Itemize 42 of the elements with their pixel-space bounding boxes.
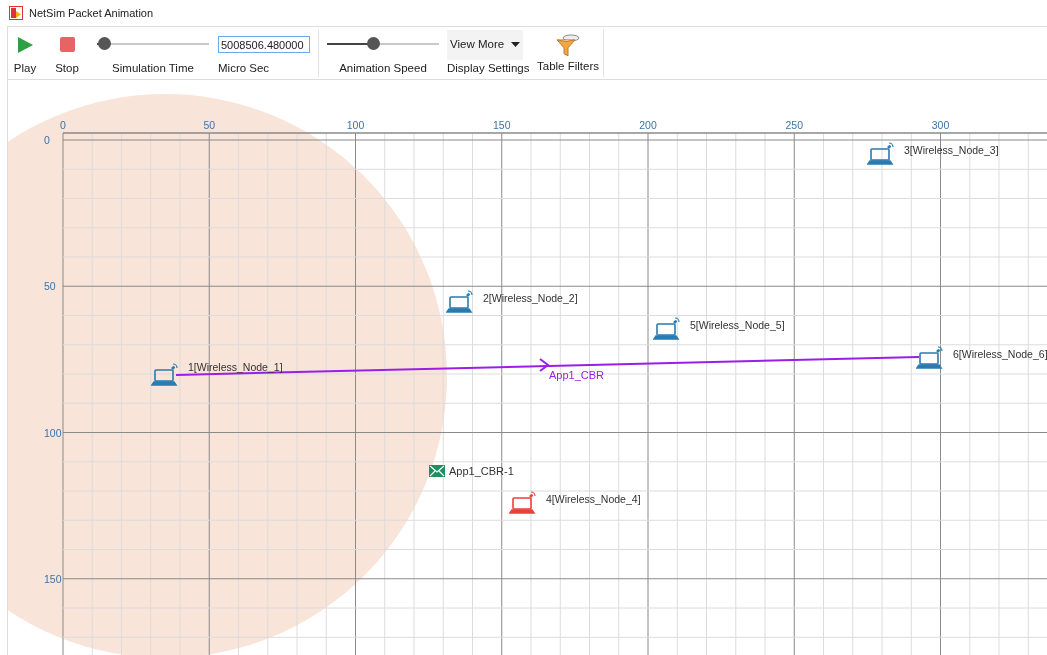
stop-icon — [59, 37, 75, 52]
axis-label: 0 — [44, 133, 50, 149]
axis-label: 50 — [44, 279, 56, 295]
node-label: 1[Wireless_Node_1] — [188, 360, 283, 375]
axis-label: 50 — [203, 118, 216, 133]
node-label: 5[Wireless_Node_5] — [690, 318, 785, 333]
play-button[interactable]: Play — [8, 27, 42, 79]
axis-label: 100 — [44, 425, 62, 441]
laptop-icon[interactable] — [653, 317, 681, 341]
envelope-icon — [429, 465, 445, 477]
slider-thumb[interactable] — [366, 37, 380, 50]
slider-label: Animation Speed — [339, 60, 427, 76]
axis-label: 150 — [493, 118, 511, 133]
axis-label: 0 — [60, 118, 66, 133]
play-icon — [17, 37, 33, 53]
axis-label: 250 — [785, 118, 803, 133]
laptop-icon[interactable] — [867, 142, 895, 166]
group-label: Display Settings — [447, 60, 530, 76]
window-title: NetSim Packet Animation — [29, 5, 154, 21]
app-logo-icon — [9, 6, 23, 20]
laptop-icon[interactable] — [916, 346, 944, 370]
laptop-icon[interactable] — [509, 491, 537, 515]
flow-label: App1_CBR — [549, 368, 605, 383]
axis-label: 200 — [639, 118, 657, 133]
table-filters-button[interactable]: Table Filters — [533, 27, 603, 79]
axis-label: 150 — [44, 571, 62, 587]
laptop-icon[interactable] — [446, 290, 474, 314]
stop-button[interactable]: Stop — [42, 27, 92, 79]
node-label: 2[Wireless_Node_2] — [483, 291, 578, 306]
caret-icon — [511, 42, 521, 48]
packet-label: App1_CBR-1 — [449, 464, 514, 479]
axis-label: 300 — [931, 118, 950, 133]
view-more-dropdown[interactable]: View More — [447, 30, 524, 60]
node-label: 6[Wireless_Node_6] — [953, 347, 1047, 362]
time-field[interactable]: 5008506.480000 — [218, 36, 310, 53]
field-label: Micro Sec — [218, 60, 270, 76]
axis-label: 100 — [346, 118, 365, 133]
funnel-icon — [555, 34, 581, 58]
node-label: 4[Wireless_Node_4] — [546, 492, 641, 507]
slider-label: Simulation Time — [112, 60, 194, 76]
slider-thumb[interactable] — [97, 37, 111, 50]
laptop-icon[interactable] — [151, 363, 179, 387]
